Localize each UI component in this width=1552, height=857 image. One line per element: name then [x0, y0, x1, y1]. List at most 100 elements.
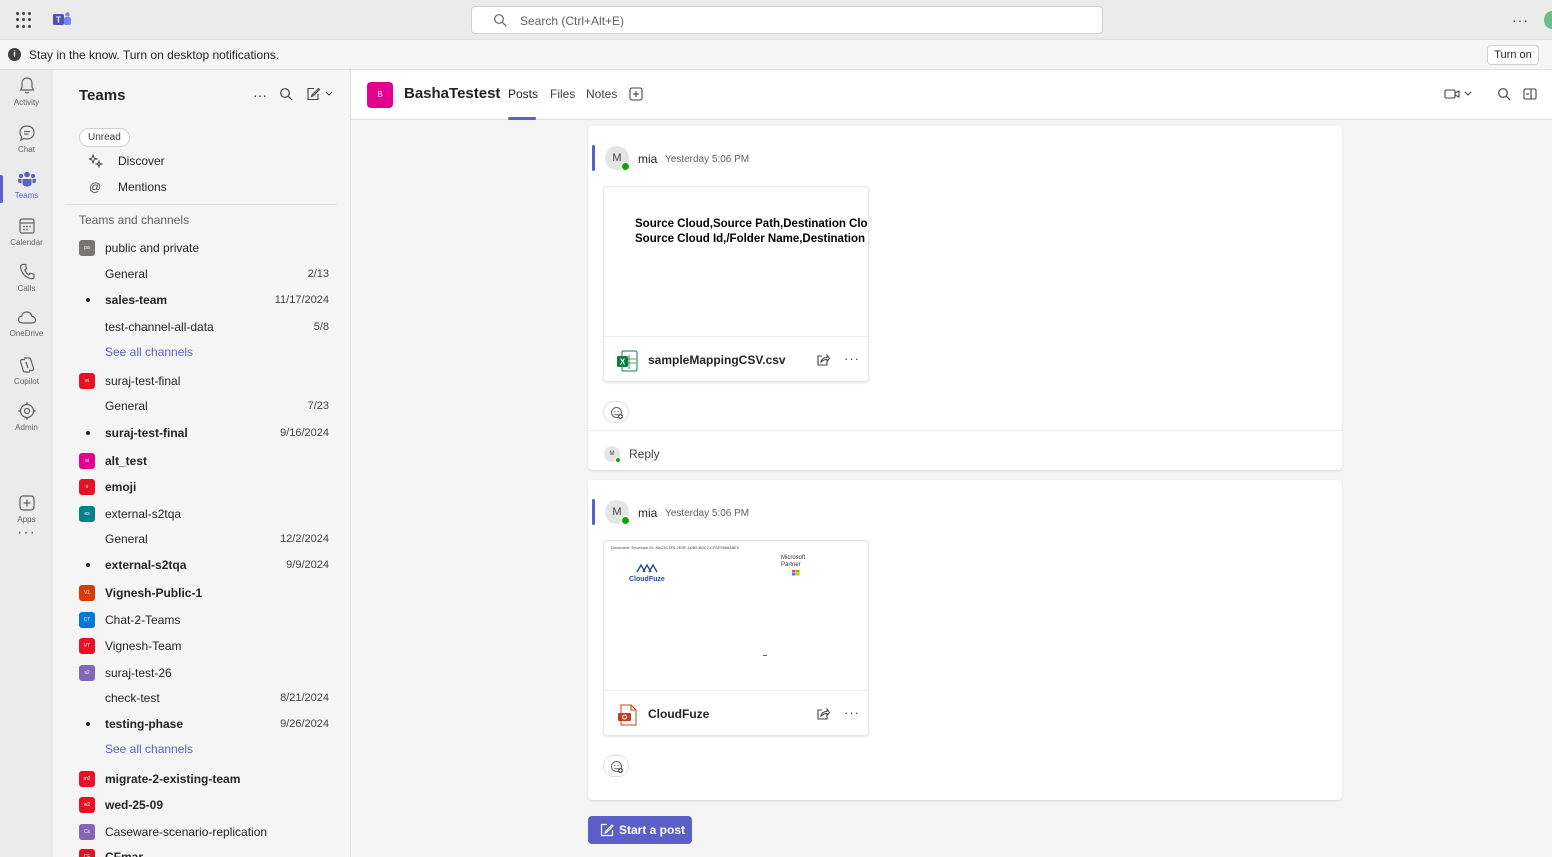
emoji-add-icon — [611, 761, 624, 774]
channel-item[interactable]: testing-phase 9/26/2024 — [79, 713, 329, 735]
channel-name: General — [105, 267, 148, 281]
channel-item[interactable]: suraj-test-final 9/16/2024 — [79, 422, 329, 444]
panel-toggle-icon[interactable] — [1523, 87, 1537, 101]
partner-line: Microsoft — [781, 555, 806, 561]
rail-item-onedrive[interactable]: OneDrive — [0, 309, 53, 353]
share-icon[interactable] — [816, 707, 830, 721]
post-card: M mia Yesterday 5:06 PM Source Cloud,Sou… — [588, 126, 1342, 470]
search-icon[interactable] — [279, 87, 293, 101]
team-item[interactable]: pa public and private — [79, 237, 329, 259]
unread-dot-icon — [86, 563, 90, 567]
file-preview[interactable]: Document: Envelope ID: 8AC3C3F5-2E5F-4DB… — [604, 541, 868, 691]
pdf-mark — [763, 655, 767, 656]
pdf-logo-text: CloudFuze — [629, 576, 665, 583]
channel-item[interactable]: sales-team 11/17/2024 — [79, 289, 329, 311]
see-all-channels-link[interactable]: See all channels — [79, 341, 329, 363]
rail-item-calls[interactable]: Calls — [0, 262, 53, 306]
channel-date: 9/9/2024 — [286, 559, 329, 571]
unread-dot-icon — [86, 431, 90, 435]
team-item[interactable]: es external-s2tqa — [79, 503, 329, 525]
channel-item[interactable]: external-s2tqa 9/9/2024 — [79, 554, 329, 576]
team-item[interactable]: at alt_test — [79, 450, 329, 472]
team-avatar: Cs — [79, 824, 95, 840]
video-call-icon[interactable] — [1444, 87, 1474, 101]
channel-name: external-s2tqa — [105, 558, 187, 572]
channel-name: General — [105, 399, 148, 413]
team-item[interactable]: e emoji — [79, 476, 329, 498]
team-name: Vignesh-Public-1 — [105, 586, 203, 600]
avatar-initial: M — [609, 451, 615, 457]
search-icon[interactable] — [1497, 87, 1511, 101]
channel-item[interactable]: General 2/13 — [79, 263, 329, 285]
start-post-button[interactable]: Start a post — [588, 816, 692, 844]
app-launcher-icon[interactable] — [16, 12, 32, 28]
tab-files[interactable]: Files — [550, 87, 575, 101]
team-item[interactable]: st suraj-test-final — [79, 370, 329, 392]
add-tab-icon[interactable] — [629, 87, 643, 101]
team-item[interactable]: VT Vignesh-Team — [79, 635, 329, 657]
title-bar: T ··· — [0, 0, 1552, 40]
add-reaction-button[interactable] — [603, 401, 629, 423]
team-item[interactable]: m2 migrate-2-existing-team — [79, 768, 329, 790]
unread-filter-chip[interactable]: Unread — [79, 128, 130, 147]
team-item[interactable]: CT Chat-2-Teams — [79, 609, 329, 631]
rail-item-calendar[interactable]: Calendar — [0, 216, 53, 260]
presence-available-icon — [621, 162, 630, 171]
file-name[interactable]: sampleMappingCSV.csv — [648, 353, 786, 367]
turn-on-button[interactable]: Turn on — [1487, 45, 1539, 65]
channel-item[interactable]: test-channel-all-data 5/8 — [79, 316, 329, 338]
tab-notes[interactable]: Notes — [586, 87, 617, 101]
file-more-icon[interactable]: ··· — [844, 705, 860, 720]
team-avatar: CF — [79, 849, 95, 857]
search-box[interactable] — [471, 6, 1103, 34]
team-item[interactable]: Cs Caseware-scenario-replication — [79, 821, 329, 843]
reply-label[interactable]: Reply — [629, 447, 660, 461]
file-preview[interactable]: Source Cloud,Source Path,Destination Clo… — [604, 187, 868, 337]
rail-item-apps[interactable]: Apps — [0, 493, 53, 537]
search-input[interactable] — [520, 12, 1080, 29]
more-options-icon[interactable]: ··· — [1512, 12, 1532, 28]
team-item[interactable]: s2 suraj-test-26 — [79, 662, 329, 684]
rail-item-activity[interactable]: Activity — [0, 76, 53, 120]
team-avatar: B — [367, 82, 393, 108]
rail-label: Copilot — [14, 377, 39, 386]
banner-text: Stay in the know. Turn on desktop notifi… — [29, 48, 280, 62]
share-icon[interactable] — [816, 353, 830, 367]
post-accent-bar — [592, 499, 595, 525]
post-author[interactable]: mia — [638, 506, 657, 520]
channel-item[interactable]: General 12/2/2024 — [79, 528, 329, 550]
team-item[interactable]: V1 Vignesh-Public-1 — [79, 582, 329, 604]
team-item[interactable]: w2 wed-25-09 — [79, 794, 329, 816]
compose-icon[interactable] — [306, 87, 336, 101]
channel-item[interactable]: check-test 8/21/2024 — [79, 687, 329, 709]
avatar-initial: M — [612, 152, 622, 164]
attachment-card[interactable]: Document: Envelope ID: 8AC3C3F5-2E5F-4DB… — [603, 540, 869, 736]
rail-label: Activity — [13, 98, 40, 107]
file-name[interactable]: CloudFuze — [648, 707, 709, 721]
rail-item-admin[interactable]: Admin — [0, 401, 53, 445]
file-more-icon[interactable]: ··· — [844, 351, 860, 366]
add-reaction-button[interactable] — [603, 755, 629, 777]
channel-date: 9/16/2024 — [280, 427, 329, 439]
rail-item-copilot[interactable]: Copilot — [0, 355, 53, 399]
rail-label: Admin — [15, 423, 38, 432]
team-item[interactable]: CF CFmar — [79, 846, 329, 857]
info-icon: i — [8, 48, 21, 61]
reply-bar[interactable]: M Reply — [588, 430, 1342, 470]
see-all-channels-link[interactable]: See all channels — [79, 738, 329, 760]
team-avatar: CT — [79, 612, 95, 628]
author-avatar[interactable]: M — [605, 146, 630, 171]
post-author[interactable]: mia — [638, 152, 657, 166]
team-name: wed-25-09 — [105, 798, 164, 812]
author-avatar[interactable]: M — [605, 500, 630, 525]
tab-posts[interactable]: Posts — [508, 87, 538, 101]
panel-more-icon[interactable]: ··· — [253, 87, 267, 103]
rail-item-chat[interactable]: Chat — [0, 123, 53, 167]
channel-item[interactable]: General 7/23 — [79, 395, 329, 417]
user-avatar[interactable] — [1544, 11, 1552, 29]
cloudfuze-logo-icon — [636, 563, 658, 573]
attachment-card[interactable]: Source Cloud,Source Path,Destination Clo… — [603, 186, 869, 382]
team-name: CFmar — [105, 850, 144, 857]
teams-icon — [17, 171, 36, 187]
rail-item-teams[interactable]: Teams — [0, 169, 53, 213]
